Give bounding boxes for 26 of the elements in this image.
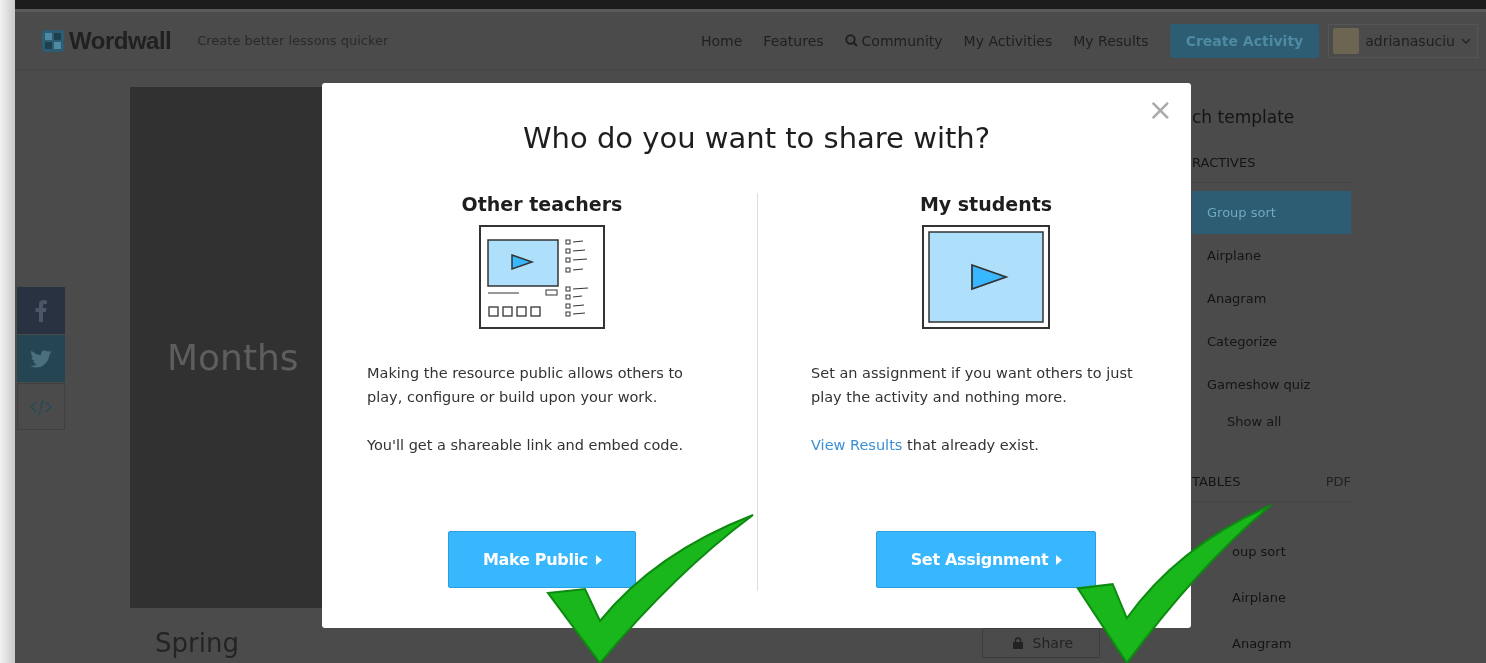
description-text: View Results that already exist.: [811, 436, 1040, 455]
option-heading: My students: [919, 193, 1053, 215]
lock-icon: [1012, 637, 1023, 649]
share-option-button[interactable]: Set Assignment: [875, 531, 1097, 588]
caret-icon: [596, 554, 603, 565]
caret-icon: [1056, 554, 1063, 565]
template-item[interactable]: Categorize: [1192, 320, 1351, 363]
description-text: Set an assignment if you want others to just play the activity and nothing more.: [811, 364, 1134, 407]
avatar: [1333, 27, 1360, 54]
logo-icon: [42, 29, 64, 52]
dialog-title: Who do you want to share with?: [521, 121, 992, 155]
caret-icon: [1461, 37, 1471, 44]
view-results-link[interactable]: View Results: [811, 437, 903, 453]
embed-button[interactable]: [17, 383, 65, 430]
bird-icon: [30, 349, 52, 368]
option-heading: Other teachers: [461, 193, 623, 215]
share-option-button[interactable]: Make Public: [447, 531, 637, 588]
template-item[interactable]: Group sort: [1192, 191, 1351, 234]
facebook-button[interactable]: [17, 287, 65, 334]
twitter-button[interactable]: [17, 335, 65, 382]
close-button[interactable]: ×: [1143, 93, 1177, 127]
description-text: Making the resource public allows others to play, configure or build upon your work.: [367, 364, 684, 407]
description-text: You'll get a shareable link and embed code.: [367, 436, 685, 455]
code-icon: [29, 397, 53, 416]
facebook-icon: [35, 299, 47, 322]
search-icon: [844, 34, 858, 47]
